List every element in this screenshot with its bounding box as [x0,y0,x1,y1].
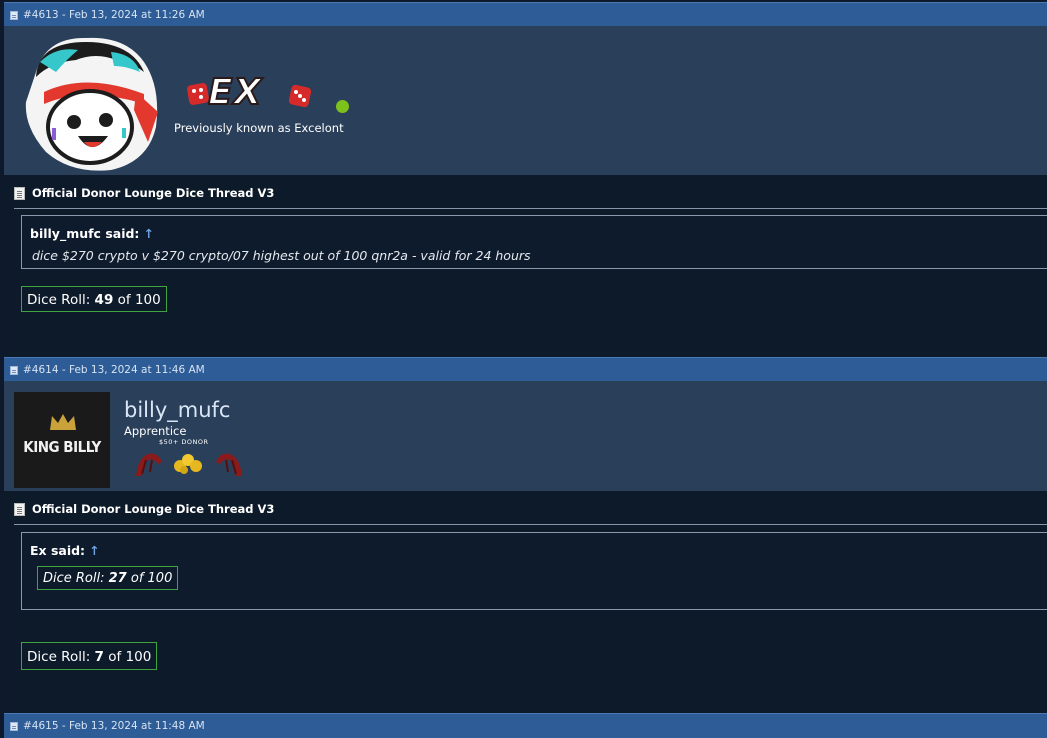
post-permalink[interactable]: #4614 - Feb 13, 2024 at 11:46 AM [23,364,205,376]
user-profile-banner: EX Previously known as Excelont [4,26,1047,175]
online-status-dot [336,100,349,113]
dice-label: Dice Roll: [27,649,91,665]
dice-suffix: of 100 [108,649,152,665]
dice-label: Dice Roll: [43,571,105,586]
divider [14,524,1047,525]
divider [14,208,1047,209]
dice-label: Dice Roll: [27,292,91,308]
quote-author[interactable]: billy_mufc said: ↑ [30,226,154,241]
dice-left-icon [187,83,209,105]
thread-title-text: Official Donor Lounge Dice Thread V3 [32,502,275,516]
quote-author-text: billy_mufc said: [30,226,140,241]
donor-badge-text: $50+ DONOR [159,438,209,446]
post-icon [10,721,18,731]
post-permalink[interactable]: #4615 - Feb 13, 2024 at 11:48 AM [23,720,205,732]
thread-page-icon [14,502,25,516]
post-icon [10,10,18,20]
thread-title[interactable]: Official Donor Lounge Dice Thread V3 [14,186,274,200]
username[interactable]: billy_mufc [124,398,230,422]
post-icon [10,365,18,375]
dice-suffix: of 100 [130,571,173,586]
quote-block: Ex said: ↑ Dice Roll: 27 of 100 [21,532,1047,610]
coins-icon [174,454,202,474]
quote-block: billy_mufc said: ↑ dice $270 crypto v $27… [21,215,1047,269]
dice-suffix: of 100 [117,292,161,308]
dice-right-icon [288,84,312,108]
claw-right-icon [216,453,242,476]
avatar[interactable]: KING BILLY [14,392,110,488]
avatar-text: KING BILLY [23,438,101,456]
thread-title[interactable]: Official Donor Lounge Dice Thread V3 [14,502,274,516]
username-logo-text: EX [207,71,263,114]
dice-value: 7 [94,649,104,665]
avatar[interactable] [16,32,162,172]
post-header: #4614 - Feb 13, 2024 at 11:46 AM [4,357,1047,382]
post-header: #4613 - Feb 13, 2024 at 11:26 AM [4,2,1047,27]
quote-author-text: Ex said: [30,543,86,558]
crown-icon [50,414,76,430]
username-logo[interactable]: EX [184,71,314,114]
post-header: #4615 - Feb 13, 2024 at 11:48 AM [4,713,1047,738]
dice-value: 49 [94,292,114,308]
quote-text: dice $270 crypto v $270 crypto/07 highes… [32,248,531,263]
dice-roll-result: Dice Roll: 7 of 100 [21,642,158,670]
donor-badge: $50+ DONOR [132,438,247,480]
quote-jump-arrow-icon[interactable]: ↑ [89,543,99,558]
user-title: Apprentice [124,424,187,438]
dice-roll-result: Dice Roll: 49 of 100 [21,286,167,312]
claw-left-icon [136,453,162,476]
dice-value: 27 [108,571,127,586]
quote-author[interactable]: Ex said: ↑ [30,543,100,558]
post-permalink[interactable]: #4613 - Feb 13, 2024 at 11:26 AM [23,9,205,21]
thread-title-text: Official Donor Lounge Dice Thread V3 [32,186,275,200]
user-tagline: Previously known as Excelont [174,121,344,135]
thread-page-icon [14,186,25,200]
quote-jump-arrow-icon[interactable]: ↑ [143,226,153,241]
quoted-dice-roll-result: Dice Roll: 27 of 100 [37,566,179,590]
